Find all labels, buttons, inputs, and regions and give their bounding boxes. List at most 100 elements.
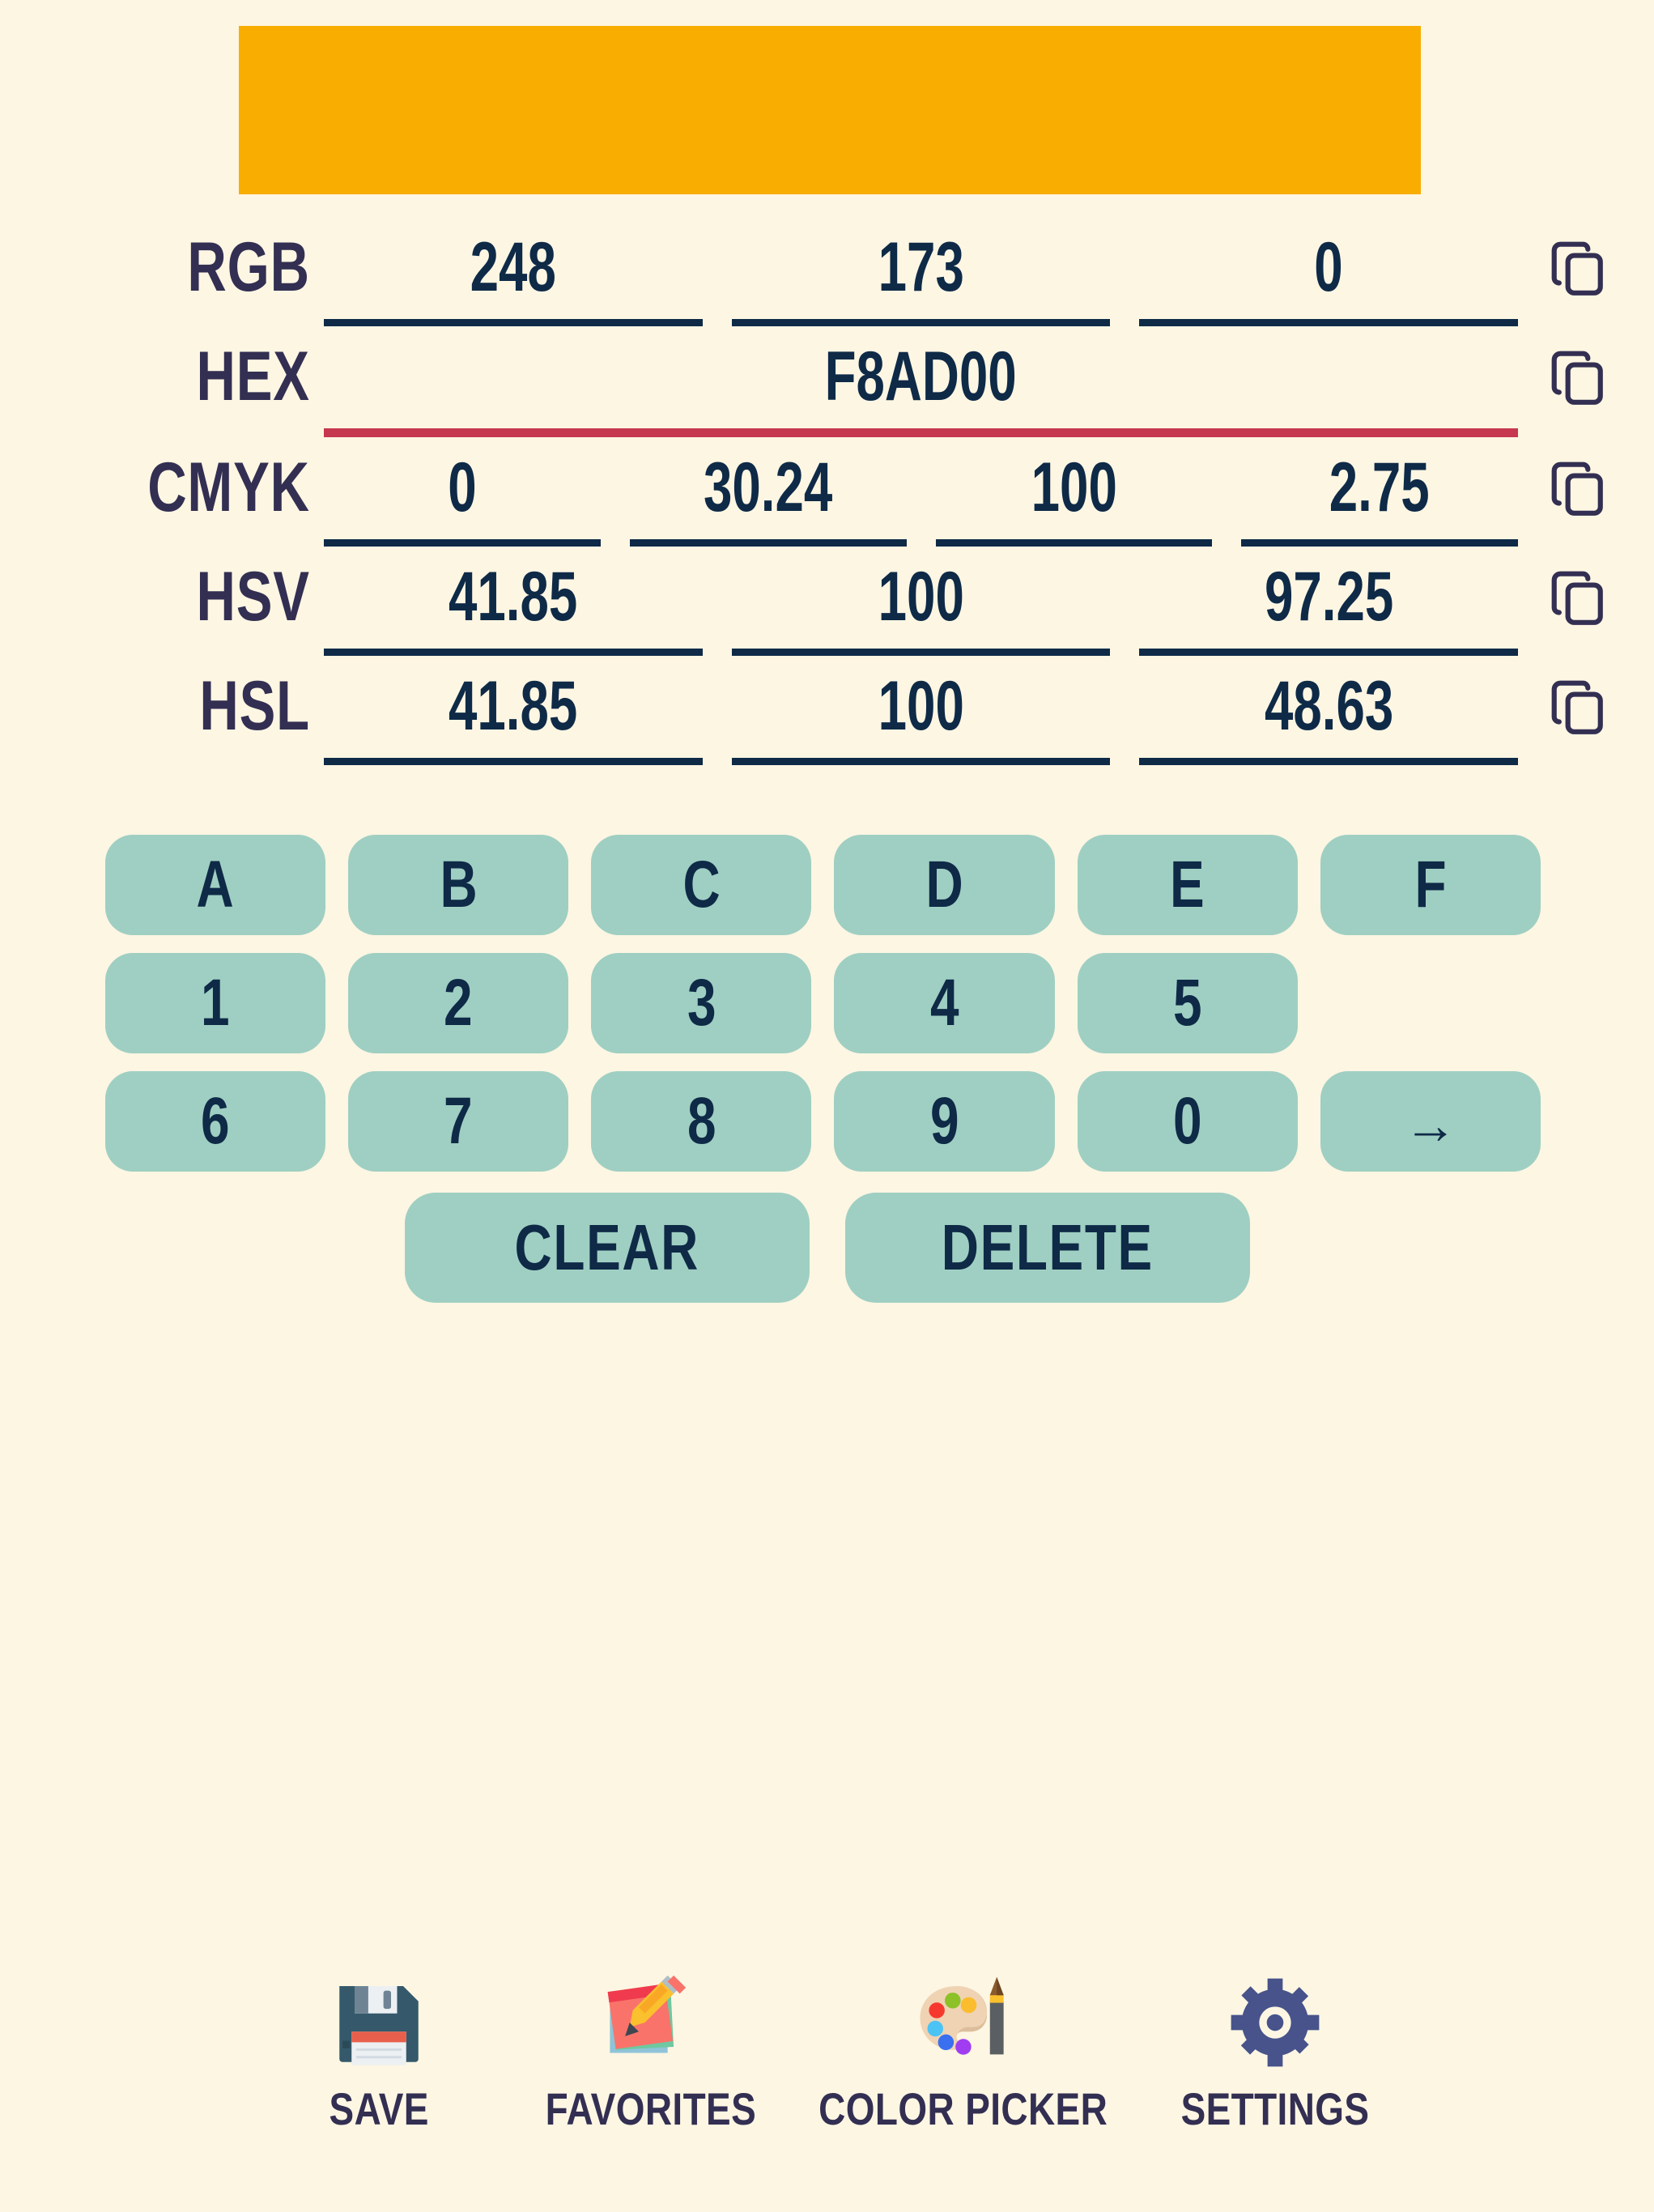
delete-label: DELETE bbox=[941, 1211, 1154, 1283]
nav-item-save[interactable]: SAVE bbox=[243, 1974, 515, 2134]
key-label: 9 bbox=[929, 1084, 959, 1158]
key-f[interactable]: F bbox=[1320, 835, 1541, 935]
key-label: A bbox=[196, 848, 235, 921]
key-0[interactable]: 0 bbox=[1077, 1071, 1298, 1172]
cmyk-value-m: 30.24 bbox=[703, 449, 833, 526]
field-underline bbox=[1139, 649, 1519, 656]
conversion-row-cmyk: CMYK 0 30.24 100 2.75 bbox=[0, 444, 1630, 547]
rgb-field-b[interactable]: 0 bbox=[1139, 223, 1519, 326]
key-5[interactable]: 5 bbox=[1077, 953, 1298, 1053]
field-underline bbox=[324, 649, 703, 656]
clear-button[interactable]: CLEAR bbox=[404, 1193, 810, 1303]
key-3[interactable]: 3 bbox=[591, 953, 812, 1053]
rgb-value-b: 0 bbox=[1314, 228, 1343, 306]
rgb-value-r: 248 bbox=[470, 228, 556, 306]
field-underline-active bbox=[324, 428, 1518, 437]
key-d[interactable]: D bbox=[834, 835, 1055, 935]
field-underline bbox=[731, 319, 1111, 326]
key-e[interactable]: E bbox=[1077, 835, 1298, 935]
floppy-disk-icon bbox=[339, 1986, 419, 2065]
gear-icon bbox=[1231, 1978, 1320, 2067]
rgb-value-g: 173 bbox=[878, 228, 964, 306]
copy-cell-hsl[interactable] bbox=[1526, 662, 1630, 737]
copy-icon[interactable] bbox=[1548, 677, 1608, 737]
key-label: D bbox=[925, 848, 963, 921]
nav-label-color-picker: COLOR PICKER bbox=[818, 2083, 1108, 2134]
arrow-right-icon: → bbox=[1403, 1095, 1457, 1155]
field-underline bbox=[1241, 539, 1518, 547]
cmyk-field-c[interactable]: 0 bbox=[324, 444, 601, 547]
copy-icon[interactable] bbox=[1548, 568, 1608, 627]
conversion-row-hex: HEX F8AD00 bbox=[0, 333, 1630, 437]
field-underline bbox=[1139, 319, 1519, 326]
key-label: C bbox=[682, 848, 721, 921]
hsl-value-l: 48.63 bbox=[1264, 667, 1393, 745]
nav-item-color-picker[interactable]: COLOR PICKER bbox=[787, 1974, 1139, 2134]
nav-item-settings[interactable]: SETTINGS bbox=[1139, 1974, 1411, 2134]
hsv-field-h[interactable]: 41.85 bbox=[324, 553, 703, 656]
conversion-row-rgb: RGB 248 173 0 bbox=[0, 223, 1630, 326]
artist-palette-icon bbox=[920, 1976, 1005, 2055]
key-label: 3 bbox=[687, 966, 716, 1040]
row-label-hsl: HSL bbox=[199, 667, 310, 745]
copy-cell-rgb[interactable] bbox=[1526, 223, 1630, 298]
cmyk-value-y: 100 bbox=[1031, 449, 1117, 526]
key-label: B bbox=[440, 848, 478, 921]
key-1[interactable]: 1 bbox=[105, 953, 326, 1053]
field-underline bbox=[935, 539, 1213, 547]
key-label: 1 bbox=[201, 966, 230, 1040]
hsv-field-s[interactable]: 100 bbox=[731, 553, 1111, 656]
field-underline bbox=[324, 758, 703, 765]
key-2[interactable]: 2 bbox=[348, 953, 569, 1053]
row-label-hex: HEX bbox=[196, 338, 310, 415]
hsv-value-s: 100 bbox=[878, 558, 964, 636]
key-7[interactable]: 7 bbox=[348, 1071, 569, 1172]
key-a[interactable]: A bbox=[105, 835, 326, 935]
hsl-value-h: 41.85 bbox=[449, 667, 578, 745]
color-converter-app: RGB 248 173 0 HEX F8AD00 CMYK 0 30.24 10… bbox=[0, 0, 1654, 2212]
hsv-field-v[interactable]: 97.25 bbox=[1139, 553, 1519, 656]
row-label-cmyk: CMYK bbox=[147, 449, 310, 526]
rgb-field-r[interactable]: 248 bbox=[324, 223, 703, 326]
key-6[interactable]: 6 bbox=[105, 1071, 326, 1172]
hsl-value-s: 100 bbox=[878, 667, 964, 745]
key-9[interactable]: 9 bbox=[834, 1071, 1055, 1172]
field-underline bbox=[1139, 758, 1519, 765]
key-4[interactable]: 4 bbox=[834, 953, 1055, 1053]
key-label: 2 bbox=[444, 966, 474, 1040]
key-b[interactable]: B bbox=[348, 835, 569, 935]
hex-field[interactable]: F8AD00 bbox=[324, 333, 1518, 437]
key-label: 0 bbox=[1172, 1084, 1202, 1158]
cmyk-field-y[interactable]: 100 bbox=[935, 444, 1213, 547]
key-label: 4 bbox=[929, 966, 959, 1040]
nav-item-favorites[interactable]: FAVORITES bbox=[515, 1974, 787, 2134]
key-label: 8 bbox=[687, 1084, 716, 1158]
field-underline bbox=[629, 539, 907, 547]
key-label: E bbox=[1170, 848, 1205, 921]
hsl-field-s[interactable]: 100 bbox=[731, 662, 1111, 765]
key-next-arrow[interactable]: → bbox=[1320, 1071, 1541, 1172]
cmyk-field-m[interactable]: 30.24 bbox=[629, 444, 907, 547]
copy-icon[interactable] bbox=[1548, 238, 1608, 298]
copy-cell-hex[interactable] bbox=[1526, 333, 1630, 407]
hsl-field-h[interactable]: 41.85 bbox=[324, 662, 703, 765]
key-8[interactable]: 8 bbox=[591, 1071, 812, 1172]
copy-icon[interactable] bbox=[1548, 347, 1608, 407]
cmyk-field-k[interactable]: 2.75 bbox=[1241, 444, 1518, 547]
row-fields-hsv: 41.85 100 97.25 bbox=[324, 553, 1526, 656]
row-fields-hsl: 41.85 100 48.63 bbox=[324, 662, 1526, 765]
row-fields-cmyk: 0 30.24 100 2.75 bbox=[324, 444, 1526, 547]
copy-cell-hsv[interactable] bbox=[1526, 553, 1630, 627]
memo-pencil-icon bbox=[607, 1975, 686, 2053]
key-label: F bbox=[1414, 848, 1447, 921]
rgb-field-g[interactable]: 173 bbox=[731, 223, 1111, 326]
key-label: 6 bbox=[201, 1084, 230, 1158]
hsl-field-l[interactable]: 48.63 bbox=[1139, 662, 1519, 765]
copy-icon[interactable] bbox=[1548, 458, 1608, 518]
copy-cell-cmyk[interactable] bbox=[1526, 444, 1630, 518]
color-swatch[interactable] bbox=[239, 26, 1421, 194]
delete-button[interactable]: DELETE bbox=[844, 1193, 1250, 1303]
key-c[interactable]: C bbox=[591, 835, 812, 935]
cmyk-value-c: 0 bbox=[448, 449, 477, 526]
field-underline bbox=[324, 319, 703, 326]
